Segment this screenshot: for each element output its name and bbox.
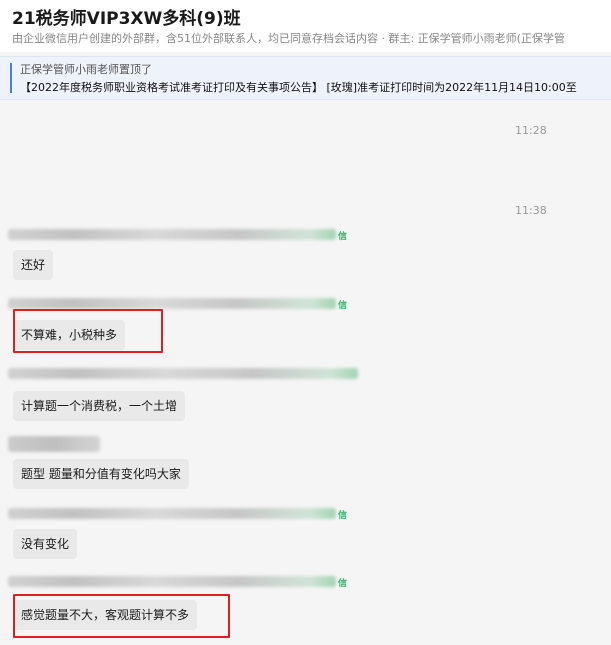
group-subtitle: 由企业微信用户创建的外部群，含51位外部联系人，均已同意存档会话内容 · 群主:… bbox=[12, 32, 565, 45]
blurred-sender-name bbox=[8, 576, 336, 587]
blurred-sender-name bbox=[8, 368, 358, 379]
pinned-by-label: 正保学管师小雨老师置顶了 bbox=[20, 63, 152, 76]
group-title[interactable]: 21税务师VIP3XW多科(9)班 bbox=[12, 4, 241, 29]
message-bubble[interactable]: 计算题一个消费税，一个土增 bbox=[13, 391, 186, 421]
blurred-sender-name bbox=[8, 229, 336, 240]
wechat-tag: 信 bbox=[338, 579, 348, 589]
blurred-sender-name bbox=[8, 436, 100, 452]
timestamp: 11:28 bbox=[515, 124, 547, 137]
chat-header: 21税务师VIP3XW多科(9)班 由企业微信用户创建的外部群，含51位外部联系… bbox=[0, 0, 611, 52]
message-bubble[interactable]: 题型 题量和分值有变化吗大家 bbox=[13, 459, 189, 489]
pinned-message[interactable]: 正保学管师小雨老师置顶了 【2022年度税务师职业资格考试准考证打印及有关事项公… bbox=[0, 56, 611, 100]
message-bubble[interactable]: 没有变化 bbox=[13, 529, 78, 559]
wechat-tag: 信 bbox=[338, 301, 348, 311]
timestamp: 11:38 bbox=[515, 204, 547, 217]
wechat-tag: 信 bbox=[338, 511, 348, 521]
highlight-box bbox=[13, 309, 163, 353]
pinned-message-text[interactable]: 【2022年度税务师职业资格考试准考证打印及有关事项公告】 [玫瑰]准考证打印时… bbox=[20, 79, 577, 95]
wechat-tag: 信 bbox=[338, 232, 348, 242]
message-bubble[interactable]: 还好 bbox=[13, 250, 54, 280]
highlight-box bbox=[13, 594, 230, 638]
blurred-sender-name bbox=[8, 298, 336, 309]
blurred-sender-name bbox=[8, 508, 336, 519]
